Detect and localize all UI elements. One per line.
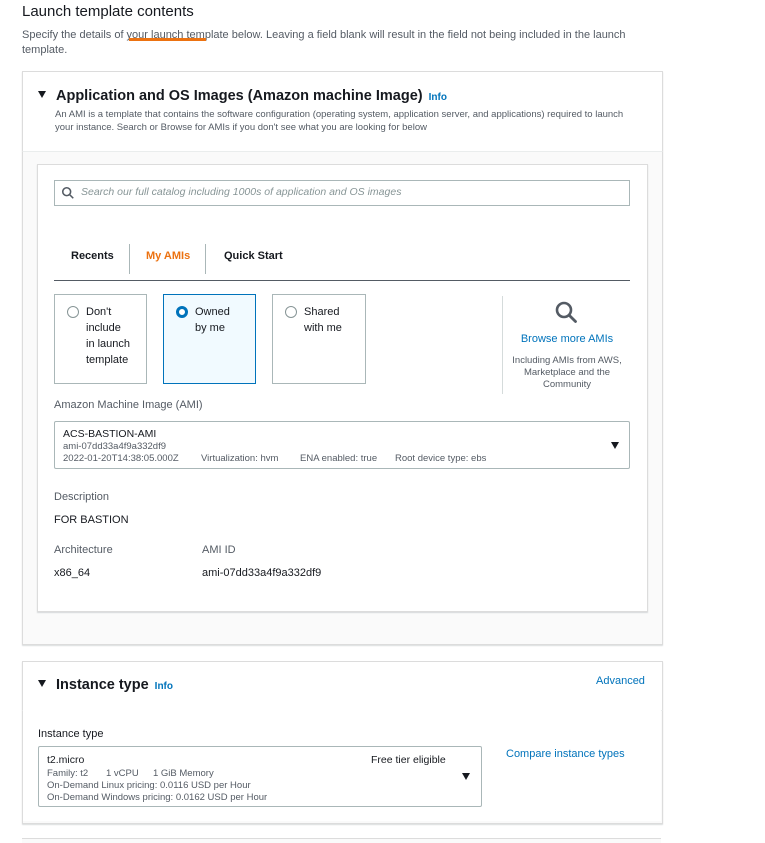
advanced-link[interactable]: Advanced <box>596 675 645 687</box>
ami-root-device: Root device type: ebs <box>395 453 487 464</box>
instance-type-select[interactable]: t2.micro Free tier eligible Family: t2 1… <box>38 746 482 807</box>
description-value: FOR BASTION <box>54 514 129 526</box>
page-description: Specify the details of your launch templ… <box>22 29 626 56</box>
caret-down-icon[interactable] <box>38 91 46 98</box>
ami-ena: ENA enabled: true <box>300 453 378 464</box>
linux-pricing: On-Demand Linux pricing: 0.0116 USD per … <box>47 780 251 791</box>
ami-section-description: An AMI is a template that contains the s… <box>55 109 624 133</box>
instance-name: t2.micro <box>47 754 85 766</box>
tab-my-amis[interactable]: My AMIs <box>146 250 190 262</box>
ami-virtualization: Virtualization: hvm <box>201 453 279 464</box>
tile-label: Shared with me <box>304 306 342 334</box>
instance-type-label: Instance type <box>38 728 104 740</box>
tab-divider <box>205 244 206 274</box>
tab-recents[interactable]: Recents <box>71 250 114 262</box>
browse-more-amis-link[interactable]: Browse more AMIs <box>509 333 625 345</box>
instance-memory: 1 GiB Memory <box>153 768 214 779</box>
radio-owned-by-me[interactable] <box>176 306 188 318</box>
browse-more-amis-description: Including AMIs from AWS, Marketplace and… <box>512 355 622 390</box>
radio-dont-include[interactable] <box>67 306 79 318</box>
ami-select[interactable]: ACS-BASTION-AMI ami-07dd33a4f9a332df9 20… <box>54 421 630 469</box>
ami-search-input[interactable]: Search our full catalog including 1000s … <box>54 180 630 206</box>
active-tab-indicator <box>129 38 206 41</box>
tile-label: Owned by me <box>195 306 230 334</box>
browse-divider <box>502 296 503 394</box>
compare-instance-types-link[interactable]: Compare instance types <box>506 748 625 760</box>
tile-dont-include[interactable]: Don't include in launch template <box>54 294 147 384</box>
ami-section-title[interactable]: Application and OS Images (Amazon machin… <box>38 88 447 104</box>
magnifier-icon[interactable] <box>554 300 578 324</box>
page-heading: Launch template contents <box>22 3 194 20</box>
instance-section-title[interactable]: Instance type Info <box>38 677 173 693</box>
next-section-edge <box>22 838 661 843</box>
tile-owned-by-me[interactable]: Owned by me <box>163 294 256 384</box>
tab-quick-start[interactable]: Quick Start <box>224 250 283 262</box>
select-caret-icon <box>462 773 470 780</box>
architecture-label: Architecture <box>54 544 113 556</box>
ami-id-label: AMI ID <box>202 544 236 556</box>
free-tier-badge: Free tier eligible <box>371 754 446 766</box>
instance-info-link[interactable]: Info <box>155 681 173 692</box>
tile-label: Don't include in launch template <box>86 306 131 366</box>
search-placeholder: Search our full catalog including 1000s … <box>81 186 402 198</box>
ami-field-label: Amazon Machine Image (AMI) <box>54 399 203 411</box>
instance-family: Family: t2 <box>47 768 89 779</box>
windows-pricing: On-Demand Windows pricing: 0.0162 USD pe… <box>47 792 268 803</box>
caret-down-icon[interactable] <box>38 680 46 687</box>
ami-date: 2022-01-20T14:38:05.000Z <box>63 453 179 464</box>
ami-name: ACS-BASTION-AMI <box>63 428 157 440</box>
ami-info-link[interactable]: Info <box>429 92 447 103</box>
ami-tabs: Recents My AMIs Quick Start <box>54 240 630 281</box>
search-icon <box>61 186 74 199</box>
ami-id: ami-07dd33a4f9a332df9 <box>63 441 167 452</box>
select-caret-icon <box>611 442 619 449</box>
tile-shared-with-me[interactable]: Shared with me <box>272 294 366 384</box>
description-label: Description <box>54 491 110 503</box>
ami-id-value: ami-07dd33a4f9a332df9 <box>202 567 322 579</box>
instance-vcpu: 1 vCPU <box>106 768 139 779</box>
architecture-value: x86_64 <box>54 567 91 579</box>
tab-divider <box>129 244 130 274</box>
instance-section-title-text: Instance type <box>56 677 149 693</box>
radio-shared-with-me[interactable] <box>285 306 297 318</box>
ami-section-title-text: Application and OS Images (Amazon machin… <box>56 88 423 104</box>
